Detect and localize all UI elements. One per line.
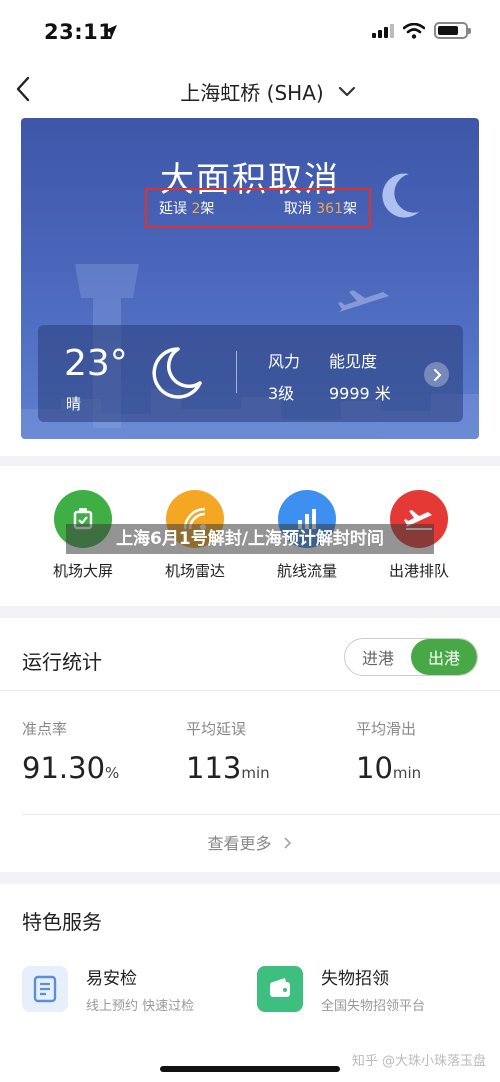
shortcut-label: 机场大屏 (52, 562, 113, 580)
home-indicator[interactable] (160, 1066, 340, 1072)
weather-card[interactable]: 23° 晴 风力 3级 能见度 9999 米 (38, 325, 463, 422)
wifi-icon (403, 22, 425, 39)
section-title: 特色服务 (22, 910, 102, 934)
shortcut-label: 机场雷达 (164, 562, 225, 580)
chevron-right-icon (433, 368, 441, 381)
clear-night-moon-icon (152, 347, 202, 399)
metric-unit: % (105, 764, 120, 782)
weather-description: 晴 (66, 395, 82, 413)
service-lost-and-found[interactable]: 失物招领 全国失物招领平台 (257, 964, 425, 1014)
view-more-link[interactable]: 查看更多 (0, 830, 500, 854)
security-check-icon (22, 966, 68, 1012)
cellular-signal-icon (372, 23, 394, 38)
temperature: 23° (64, 343, 128, 384)
chevron-right-icon (283, 837, 291, 849)
metric-average-delay: 平均延误 113min (186, 718, 270, 785)
metric-unit: min (392, 764, 422, 782)
wallet-icon (257, 966, 303, 1012)
delay-stat: 延误 2架 (159, 201, 215, 217)
metric-label: 准点率 (22, 720, 68, 738)
weather-detail-button[interactable] (424, 362, 449, 387)
service-subtitle: 全国失物招领平台 (321, 999, 426, 1014)
section-title: 运行统计 (22, 650, 102, 674)
wind-value: 3级 (268, 384, 295, 403)
status-bar: 23:11 (0, 0, 500, 62)
watermark: 知乎 @大珠小珠落玉盘 (351, 1054, 486, 1069)
hero-section: 大面积取消 延误 2架 取消 361架 23° 晴 风力 3级 能见度 9999… (0, 118, 500, 456)
arrival-departure-toggle: 进港 出港 (344, 638, 478, 676)
service-title: 失物招领 (321, 969, 389, 989)
metric-value: 10min (356, 751, 422, 785)
visibility-label: 能见度 (329, 352, 378, 371)
tab-arrival[interactable]: 进港 (345, 639, 411, 675)
metric-average-taxi-out: 平均滑出 10min (356, 718, 421, 785)
visibility-value: 9999 米 (329, 384, 391, 403)
metric-label: 平均滑出 (356, 720, 417, 738)
chevron-down-icon (338, 86, 355, 96)
special-services-section: 特色服务 易安检 线上预约 快速过检 失物招领 全国失物招领平台 知乎 @大珠小… (0, 884, 500, 1082)
operation-stats-card: 运行统计 进港 出港 准点率 91.30% 平均延误 113min 平均滑出 1… (0, 618, 500, 872)
airport-selector[interactable]: 上海虹桥 (SHA) (0, 77, 500, 106)
airport-status-banner: 大面积取消 延误 2架 取消 361架 23° 晴 风力 3级 能见度 9999… (21, 118, 479, 439)
view-more-label: 查看更多 (207, 834, 272, 853)
page-title: 上海虹桥 (SHA) (180, 81, 324, 105)
flight-disruption-summary: 延误 2架 取消 361架 (145, 188, 371, 228)
cancel-stat: 取消 361架 (283, 201, 357, 217)
weather-divider (236, 351, 237, 393)
location-arrow-icon (103, 25, 117, 39)
metric-on-time-rate: 准点率 91.30% (22, 718, 119, 785)
service-subtitle: 线上预约 快速过检 (86, 999, 195, 1014)
divider (0, 690, 500, 691)
plane-illustration (338, 290, 389, 312)
battery-icon (434, 22, 471, 39)
metric-label: 平均延误 (186, 720, 247, 738)
metric-unit: min (241, 764, 270, 782)
divider (22, 814, 500, 815)
service-security-check[interactable]: 易安检 线上预约 快速过检 (22, 964, 194, 1014)
tab-departure[interactable]: 出港 (411, 639, 477, 675)
service-title: 易安检 (86, 969, 137, 989)
metric-value: 91.30% (22, 751, 120, 785)
nav-header: 上海虹桥 (SHA) (0, 62, 500, 118)
shortcut-label: 航线流量 (276, 562, 337, 580)
overlay-caption: 上海6月1号解封/上海预计解封时间 (66, 524, 434, 554)
shortcut-label: 出港排队 (388, 562, 449, 580)
status-icons (372, 22, 471, 39)
wind-label: 风力 (268, 352, 301, 371)
metric-value: 113min (186, 751, 270, 785)
